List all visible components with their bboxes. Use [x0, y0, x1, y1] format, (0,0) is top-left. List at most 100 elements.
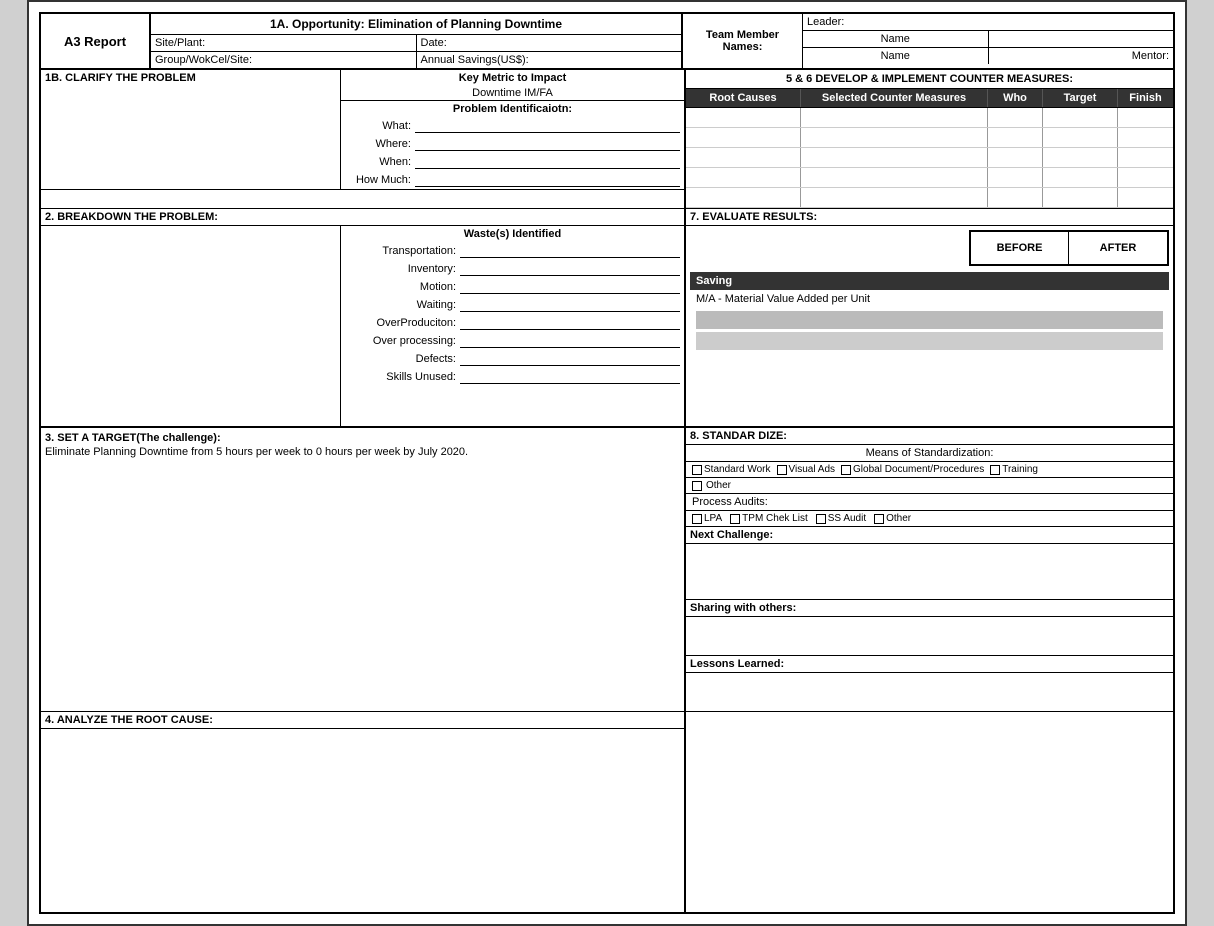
mentor-label: Mentor:: [989, 48, 1174, 64]
overproduction-label: OverProduciton:: [345, 317, 460, 329]
section-3-text: Eliminate Planning Downtime from 5 hours…: [45, 446, 680, 458]
global-doc-checkbox[interactable]: Global Document/Procedures: [841, 464, 984, 475]
standard-work-checkbox[interactable]: Standard Work: [692, 464, 771, 475]
overprocessing-input[interactable]: [460, 334, 680, 348]
waiting-input[interactable]: [460, 298, 680, 312]
cm-cell-finish[interactable]: [1118, 148, 1173, 167]
cm-row[interactable]: [686, 168, 1173, 188]
ss-audit-checkbox[interactable]: SS Audit: [816, 513, 866, 524]
section-4-title: 4. ANALYZE THE ROOT CAUSE:: [41, 712, 684, 729]
process-audits-title: Process Audits:: [686, 494, 1173, 511]
standard-work-label: Standard Work: [704, 464, 771, 475]
visual-ads-cb[interactable]: [777, 465, 787, 475]
defects-input[interactable]: [460, 352, 680, 366]
section-1b-title: 1B. CLARIFY THE PROBLEM: [41, 70, 340, 86]
date-field[interactable]: Date:: [417, 35, 682, 51]
other-audit-cb[interactable]: [874, 514, 884, 524]
annual-savings-field[interactable]: Annual Savings(US$):: [417, 52, 682, 68]
tpm-cb[interactable]: [730, 514, 740, 524]
name1-value[interactable]: [989, 31, 1174, 47]
transportation-input[interactable]: [460, 244, 680, 258]
when-input[interactable]: [415, 155, 680, 169]
lessons-content[interactable]: [686, 673, 1173, 711]
motion-input[interactable]: [460, 280, 680, 294]
key-metric-label: Key Metric to Impact: [341, 70, 684, 86]
standard-work-cb[interactable]: [692, 465, 702, 475]
cm-cell-root[interactable]: [686, 168, 801, 187]
other-audit-label: Other: [886, 513, 911, 524]
inventory-label: Inventory:: [345, 263, 460, 275]
training-checkbox[interactable]: Training: [990, 464, 1038, 475]
lessons-title: Lessons Learned:: [686, 656, 1173, 673]
cm-cell-finish[interactable]: [1118, 188, 1173, 207]
cm-who-header: Who: [988, 89, 1043, 107]
cm-cell-who[interactable]: [988, 188, 1043, 207]
cm-cell-selected[interactable]: [801, 168, 988, 187]
cm-row[interactable]: [686, 148, 1173, 168]
cm-cell-root[interactable]: [686, 128, 801, 147]
wastes-title: Waste(s) Identified: [341, 226, 684, 242]
lpa-cb[interactable]: [692, 514, 702, 524]
cm-target-header: Target: [1043, 89, 1118, 107]
cm-cell-who[interactable]: [988, 128, 1043, 147]
ss-audit-cb[interactable]: [816, 514, 826, 524]
cm-cell-selected[interactable]: [801, 128, 988, 147]
cm-cell-target[interactable]: [1043, 128, 1118, 147]
name1-field[interactable]: Name: [803, 31, 989, 47]
skills-unused-label: Skills Unused:: [345, 371, 460, 383]
site-plant-field[interactable]: Site/Plant:: [151, 35, 417, 51]
cm-cell-target[interactable]: [1043, 148, 1118, 167]
cm-row[interactable]: [686, 108, 1173, 128]
visual-ads-checkbox[interactable]: Visual Ads: [777, 464, 836, 475]
cm-row[interactable]: [686, 188, 1173, 208]
inventory-input[interactable]: [460, 262, 680, 276]
sharing-title: Sharing with others:: [686, 600, 1173, 617]
counter-measures-title: 5 & 6 DEVELOP & IMPLEMENT COUNTER MEASUR…: [686, 70, 1173, 89]
cm-cell-selected[interactable]: [801, 108, 988, 127]
what-input[interactable]: [415, 119, 680, 133]
group-wokcel-field[interactable]: Group/WokCel/Site:: [151, 52, 417, 68]
cm-cell-finish[interactable]: [1118, 128, 1173, 147]
cm-cell-selected[interactable]: [801, 148, 988, 167]
overprocessing-label: Over processing:: [345, 335, 460, 347]
name2-field[interactable]: Name: [803, 48, 989, 64]
next-challenge-content[interactable]: [686, 544, 1173, 599]
leader-label: Leader:: [807, 16, 844, 28]
cm-row[interactable]: [686, 128, 1173, 148]
cm-cell-who[interactable]: [988, 108, 1043, 127]
where-input[interactable]: [415, 137, 680, 151]
cm-cell-target[interactable]: [1043, 108, 1118, 127]
cm-cell-finish[interactable]: [1118, 108, 1173, 127]
section-3-title: 3. SET A TARGET(The challenge):: [45, 432, 680, 444]
cm-cell-root[interactable]: [686, 148, 801, 167]
opportunity-title: 1A. Opportunity: Elimination of Planning…: [151, 14, 681, 35]
cm-cell-finish[interactable]: [1118, 168, 1173, 187]
global-doc-label: Global Document/Procedures: [853, 464, 984, 475]
training-cb[interactable]: [990, 465, 1000, 475]
tpm-checkbox[interactable]: TPM Chek List: [730, 513, 808, 524]
skills-unused-input[interactable]: [460, 370, 680, 384]
root-cause-content[interactable]: [41, 729, 684, 909]
training-label: Training: [1002, 464, 1038, 475]
motion-label: Motion:: [345, 281, 460, 293]
other-cb[interactable]: [692, 481, 702, 491]
lpa-checkbox[interactable]: LPA: [692, 513, 722, 524]
key-metric-value: Downtime IM/FA: [341, 86, 684, 100]
section-7-title: 7. EVALUATE RESULTS:: [686, 209, 1173, 226]
cm-finish-header: Finish: [1118, 89, 1173, 107]
means-label: Means of Standardization:: [686, 445, 1173, 462]
after-box: AFTER: [1069, 230, 1169, 266]
cm-cell-who[interactable]: [988, 168, 1043, 187]
cm-cell-who[interactable]: [988, 148, 1043, 167]
cm-cell-root[interactable]: [686, 188, 801, 207]
overproduction-input[interactable]: [460, 316, 680, 330]
cm-cell-root[interactable]: [686, 108, 801, 127]
global-doc-cb[interactable]: [841, 465, 851, 475]
sharing-content[interactable]: [686, 617, 1173, 655]
tpm-label: TPM Chek List: [742, 513, 808, 524]
how-much-input[interactable]: [415, 173, 680, 187]
cm-cell-target[interactable]: [1043, 188, 1118, 207]
other-audit-checkbox[interactable]: Other: [874, 513, 911, 524]
cm-cell-target[interactable]: [1043, 168, 1118, 187]
cm-cell-selected[interactable]: [801, 188, 988, 207]
